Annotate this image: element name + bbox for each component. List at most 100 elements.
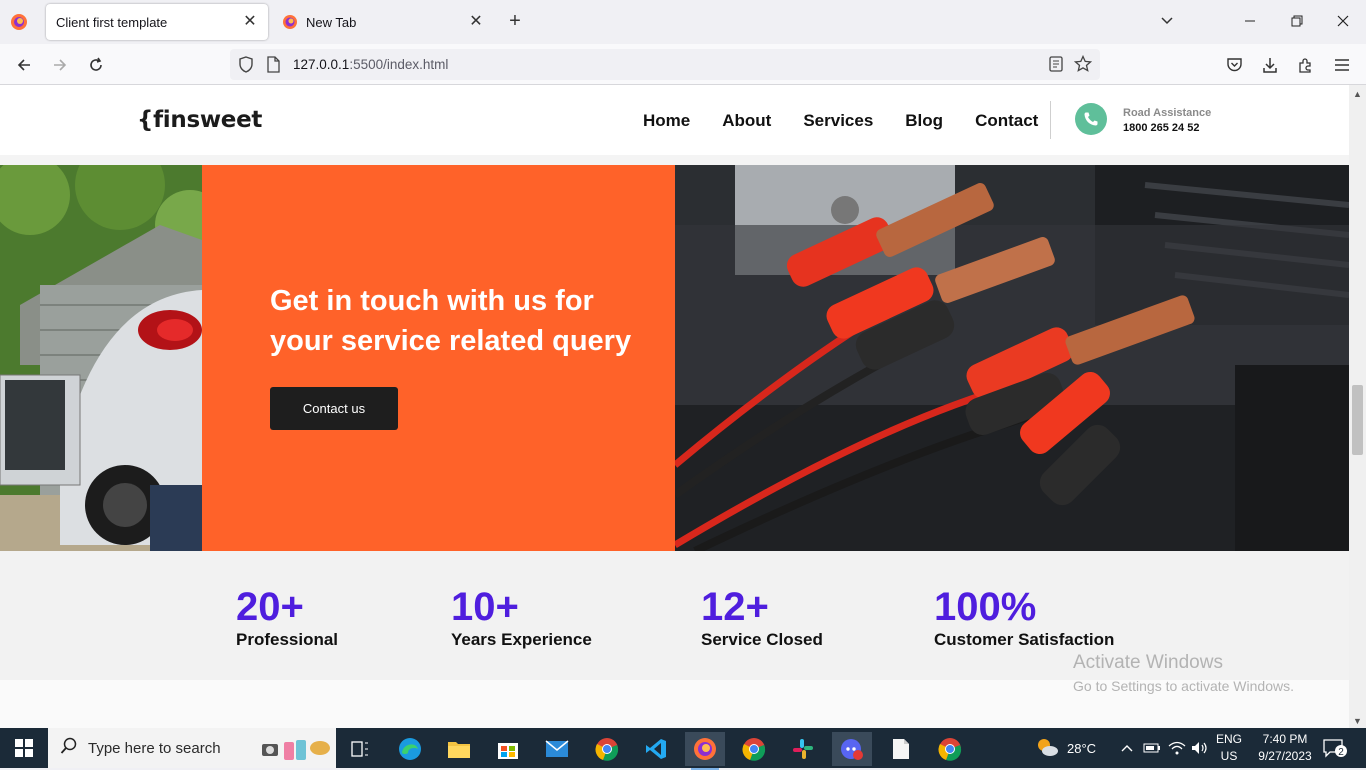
- scroll-down-arrow-icon[interactable]: ▼: [1353, 716, 1362, 726]
- close-window-icon[interactable]: [1331, 10, 1355, 34]
- pocket-icon[interactable]: [1221, 52, 1247, 78]
- minimize-icon[interactable]: [1238, 10, 1262, 34]
- taskbar-search-input[interactable]: Type here to search: [48, 728, 336, 768]
- phone-icon[interactable]: [1075, 103, 1107, 135]
- stat-label: Customer Satisfaction: [934, 630, 1115, 649]
- hamburger-menu-icon[interactable]: [1329, 52, 1355, 78]
- stats-section: 20+ Professional 10+ Years Experience 12…: [0, 551, 1349, 680]
- address-bar[interactable]: 127.0.0.1:5500/index.html: [230, 49, 1100, 80]
- header-gap: [0, 155, 1349, 165]
- firefox-taskbar-icon[interactable]: [685, 732, 725, 770]
- hero-title: Get in touch with us for your service re…: [270, 285, 632, 357]
- notification-center-icon[interactable]: 2: [1322, 728, 1348, 768]
- page-scrollbar[interactable]: ▲ ▼: [1349, 85, 1366, 728]
- stat-value: 10+: [451, 585, 519, 629]
- tab-title: New Tab: [306, 14, 357, 30]
- firefox-view-icon[interactable]: [10, 13, 28, 31]
- search-highlight-travel-icon: [260, 736, 332, 767]
- scrollbar-thumb[interactable]: [1352, 385, 1363, 455]
- stat-label: Years Experience: [451, 630, 592, 649]
- discord-icon[interactable]: [832, 732, 872, 766]
- windows-start-icon[interactable]: [0, 728, 48, 768]
- url-path: :5500/index.html: [349, 57, 449, 72]
- stat-value: 20+: [236, 585, 304, 629]
- tab-client-first-template[interactable]: Client first template ✕: [46, 4, 268, 40]
- volume-icon[interactable]: [1191, 728, 1209, 768]
- stat-label: Service Closed: [701, 630, 823, 649]
- stat-service-closed: 12+ Service Closed: [701, 584, 823, 650]
- firefox-icon: [282, 14, 298, 30]
- downloads-icon[interactable]: [1257, 52, 1283, 78]
- chrome-profile-icon[interactable]: [587, 732, 627, 766]
- extensions-icon[interactable]: [1293, 52, 1319, 78]
- chrome-icon[interactable]: [734, 732, 774, 766]
- new-tab-plus-icon[interactable]: +: [503, 10, 527, 34]
- language-region: US: [1220, 749, 1238, 763]
- clock-date: 9/27/2023: [1258, 749, 1312, 763]
- contact-panel: Get in touch with us for your service re…: [202, 165, 675, 551]
- clock-time: 7:40 PM: [1262, 732, 1308, 746]
- menu-home-link[interactable]: Home: [643, 111, 690, 131]
- menu-contact-link[interactable]: Contact: [975, 111, 1038, 131]
- main-menu: Home About Services Blog Contact: [643, 111, 1070, 131]
- scroll-up-arrow-icon[interactable]: ▲: [1353, 89, 1362, 99]
- browser-tabstrip: Client first template ✕ New Tab ✕ +: [0, 0, 1366, 44]
- language-code: ENG: [1216, 732, 1243, 746]
- page-info-icon[interactable]: [266, 56, 280, 78]
- reload-icon[interactable]: [83, 52, 109, 78]
- edge-browser-icon[interactable]: [390, 732, 430, 766]
- bookmark-star-icon[interactable]: [1073, 54, 1093, 78]
- menu-services-link[interactable]: Services: [803, 111, 873, 131]
- tab-title: Client first template: [56, 14, 168, 30]
- vscode-icon[interactable]: [636, 732, 676, 766]
- car-garage-image: [0, 165, 202, 551]
- weather-temperature: 28°C: [1067, 740, 1097, 756]
- slack-icon[interactable]: [783, 732, 823, 766]
- road-assistance-label: Road Assistance: [1123, 107, 1212, 119]
- stat-label: Professional: [236, 630, 339, 649]
- notepad-icon[interactable]: [881, 732, 921, 766]
- url-text[interactable]: 127.0.0.1:5500/index.html: [293, 57, 448, 72]
- back-arrow-icon[interactable]: [11, 52, 37, 78]
- next-section-start: [0, 680, 1349, 728]
- road-assistance-phone[interactable]: 1800 265 24 52: [1123, 122, 1199, 134]
- url-host: 127.0.0.1: [293, 57, 350, 72]
- restore-icon[interactable]: [1285, 10, 1309, 34]
- wifi-icon[interactable]: [1168, 728, 1186, 768]
- tray-chevron-up-icon[interactable]: [1120, 728, 1134, 768]
- menu-blog-link[interactable]: Blog: [905, 111, 943, 131]
- file-explorer-icon[interactable]: [439, 732, 479, 766]
- tab-new-tab[interactable]: New Tab ✕: [272, 4, 494, 40]
- stat-professional: 20+ Professional: [236, 584, 338, 650]
- close-icon[interactable]: ✕: [468, 14, 484, 30]
- forward-arrow-icon[interactable]: [47, 52, 73, 78]
- site-header: {finsweet Home About Services Blog Conta…: [0, 85, 1349, 155]
- list-all-tabs-chevron-icon[interactable]: [1155, 10, 1179, 34]
- stat-customer-satisfaction: 100% Customer Satisfaction: [934, 584, 1114, 650]
- search-icon: [60, 737, 80, 760]
- battery-icon[interactable]: [1143, 728, 1161, 768]
- microsoft-store-icon[interactable]: [488, 732, 528, 766]
- menu-divider: [1050, 101, 1051, 139]
- chrome-profile-f-icon[interactable]: [930, 732, 970, 766]
- menu-about-link[interactable]: About: [722, 111, 771, 131]
- site-logo[interactable]: {finsweet: [137, 107, 262, 133]
- search-placeholder: Type here to search: [88, 739, 221, 757]
- contact-hero: Get in touch with us for your service re…: [0, 165, 1349, 551]
- close-icon[interactable]: ✕: [242, 14, 258, 30]
- system-clock[interactable]: 7:40 PM 9/27/2023: [1250, 731, 1320, 765]
- weather-widget[interactable]: 28°C: [1035, 728, 1096, 768]
- windows-taskbar: Type here to search 28°C ENG US 7:40 PM …: [0, 728, 1366, 770]
- jumper-cables-image: [675, 165, 1349, 551]
- browser-navbar: 127.0.0.1:5500/index.html: [0, 44, 1366, 85]
- reader-view-icon[interactable]: [1048, 56, 1064, 77]
- weather-icon: [1035, 736, 1059, 761]
- stat-years-experience: 10+ Years Experience: [451, 584, 592, 650]
- notification-count: 2: [1338, 747, 1344, 758]
- task-view-icon[interactable]: [340, 732, 380, 766]
- contact-us-button[interactable]: Contact us: [270, 387, 398, 430]
- tracking-shield-icon[interactable]: [238, 56, 254, 78]
- language-indicator[interactable]: ENG US: [1216, 731, 1242, 765]
- web-page: {finsweet Home About Services Blog Conta…: [0, 85, 1349, 728]
- mail-icon[interactable]: [537, 732, 577, 766]
